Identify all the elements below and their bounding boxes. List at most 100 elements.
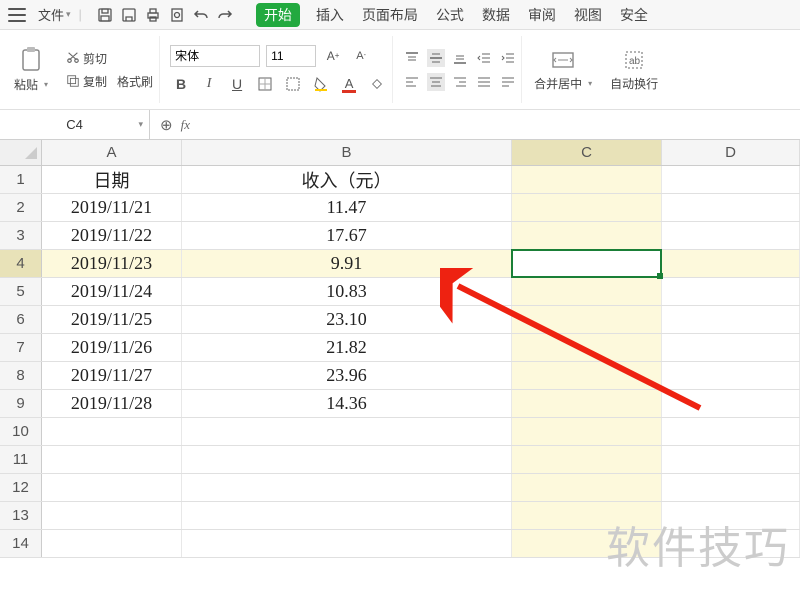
cell-A10[interactable] <box>42 418 182 445</box>
cell-C7[interactable] <box>512 334 662 361</box>
cell-B7[interactable]: 21.82 <box>182 334 512 361</box>
cell-C13[interactable] <box>512 502 662 529</box>
cell-D5[interactable] <box>662 278 800 305</box>
copy-button[interactable]: 复制 <box>64 72 109 91</box>
row-header[interactable]: 9 <box>0 390 42 417</box>
tab-view[interactable]: 视图 <box>572 3 604 27</box>
align-left-icon[interactable] <box>403 73 421 91</box>
redo-icon[interactable] <box>216 6 234 24</box>
justify-icon[interactable] <box>475 73 493 91</box>
cell-B10[interactable] <box>182 418 512 445</box>
col-header-B[interactable]: B <box>182 140 512 165</box>
cell-B6[interactable]: 23.10 <box>182 306 512 333</box>
underline-button[interactable]: U <box>226 73 248 95</box>
cell-D2[interactable] <box>662 194 800 221</box>
cell-B12[interactable] <box>182 474 512 501</box>
zoom-icon[interactable]: ⊕ <box>160 116 173 134</box>
cell-C2[interactable] <box>512 194 662 221</box>
paste-button[interactable]: 粘贴▾ <box>8 36 54 103</box>
cell-B9[interactable]: 14.36 <box>182 390 512 417</box>
align-right-icon[interactable] <box>451 73 469 91</box>
font-name-select[interactable] <box>170 45 260 67</box>
font-color-button[interactable]: A <box>338 73 360 95</box>
cell-A11[interactable] <box>42 446 182 473</box>
row-header[interactable]: 7 <box>0 334 42 361</box>
row-header[interactable]: 6 <box>0 306 42 333</box>
cell-C12[interactable] <box>512 474 662 501</box>
align-top-icon[interactable] <box>403 49 421 67</box>
align-center-icon[interactable] <box>427 73 445 91</box>
cell-A12[interactable] <box>42 474 182 501</box>
tab-review[interactable]: 审阅 <box>526 3 558 27</box>
tab-security[interactable]: 安全 <box>618 3 650 27</box>
bold-button[interactable]: B <box>170 73 192 95</box>
increase-font-icon[interactable]: A+ <box>322 45 344 67</box>
cell-C5[interactable] <box>512 278 662 305</box>
cell-A8[interactable]: 2019/11/27 <box>42 362 182 389</box>
file-menu[interactable]: 文件 ▾ <box>34 3 75 26</box>
cell-A5[interactable]: 2019/11/24 <box>42 278 182 305</box>
name-box[interactable]: C4 ▾ <box>0 110 150 139</box>
select-all-corner[interactable] <box>0 140 42 165</box>
cell-B14[interactable] <box>182 530 512 557</box>
cell-A6[interactable]: 2019/11/25 <box>42 306 182 333</box>
col-header-D[interactable]: D <box>662 140 800 165</box>
cell-C4[interactable] <box>512 250 662 277</box>
cell-D3[interactable] <box>662 222 800 249</box>
cell-B11[interactable] <box>182 446 512 473</box>
cell-A3[interactable]: 2019/11/22 <box>42 222 182 249</box>
tab-data[interactable]: 数据 <box>480 3 512 27</box>
decrease-font-icon[interactable]: A- <box>350 45 372 67</box>
cell-B2[interactable]: 11.47 <box>182 194 512 221</box>
cell-C1[interactable] <box>512 166 662 193</box>
fx-icon[interactable]: fx <box>181 117 190 133</box>
save-as-icon[interactable] <box>120 6 138 24</box>
cell-D9[interactable] <box>662 390 800 417</box>
cell-A2[interactable]: 2019/11/21 <box>42 194 182 221</box>
align-bottom-icon[interactable] <box>451 49 469 67</box>
cell-C14[interactable] <box>512 530 662 557</box>
tab-home[interactable]: 开始 <box>256 3 300 27</box>
row-header[interactable]: 1 <box>0 166 42 193</box>
row-header[interactable]: 2 <box>0 194 42 221</box>
cell-C6[interactable] <box>512 306 662 333</box>
row-header[interactable]: 5 <box>0 278 42 305</box>
cell-A7[interactable]: 2019/11/26 <box>42 334 182 361</box>
format-painter-button[interactable]: 格式刷 <box>115 72 155 91</box>
fill-color-button[interactable] <box>310 73 332 95</box>
cell-D11[interactable] <box>662 446 800 473</box>
cell-D7[interactable] <box>662 334 800 361</box>
row-header[interactable]: 3 <box>0 222 42 249</box>
cell-B5[interactable]: 10.83 <box>182 278 512 305</box>
row-header[interactable]: 11 <box>0 446 42 473</box>
italic-button[interactable]: I <box>198 73 220 95</box>
cell-A4[interactable]: 2019/11/23 <box>42 250 182 277</box>
print-icon[interactable] <box>144 6 162 24</box>
wrap-text-button[interactable]: ab 自动换行 <box>604 36 664 103</box>
cell-D8[interactable] <box>662 362 800 389</box>
cell-B4[interactable]: 9.91 <box>182 250 512 277</box>
row-header[interactable]: 12 <box>0 474 42 501</box>
formula-input[interactable] <box>198 115 790 135</box>
row-header[interactable]: 4 <box>0 250 42 277</box>
cell-D14[interactable] <box>662 530 800 557</box>
decrease-indent-icon[interactable] <box>475 49 493 67</box>
cell-D4[interactable] <box>662 250 800 277</box>
cell-B3[interactable]: 17.67 <box>182 222 512 249</box>
cell-D13[interactable] <box>662 502 800 529</box>
cell-A14[interactable] <box>42 530 182 557</box>
cell-D10[interactable] <box>662 418 800 445</box>
save-icon[interactable] <box>96 6 114 24</box>
hamburger-icon[interactable] <box>8 8 26 22</box>
cell-D1[interactable] <box>662 166 800 193</box>
borders-button[interactable] <box>254 73 276 95</box>
col-header-C[interactable]: C <box>512 140 662 165</box>
align-middle-icon[interactable] <box>427 49 445 67</box>
row-header[interactable]: 10 <box>0 418 42 445</box>
cell-A13[interactable] <box>42 502 182 529</box>
cell-C3[interactable] <box>512 222 662 249</box>
cell-D12[interactable] <box>662 474 800 501</box>
cell-style-button[interactable] <box>282 73 304 95</box>
print-preview-icon[interactable] <box>168 6 186 24</box>
col-header-A[interactable]: A <box>42 140 182 165</box>
